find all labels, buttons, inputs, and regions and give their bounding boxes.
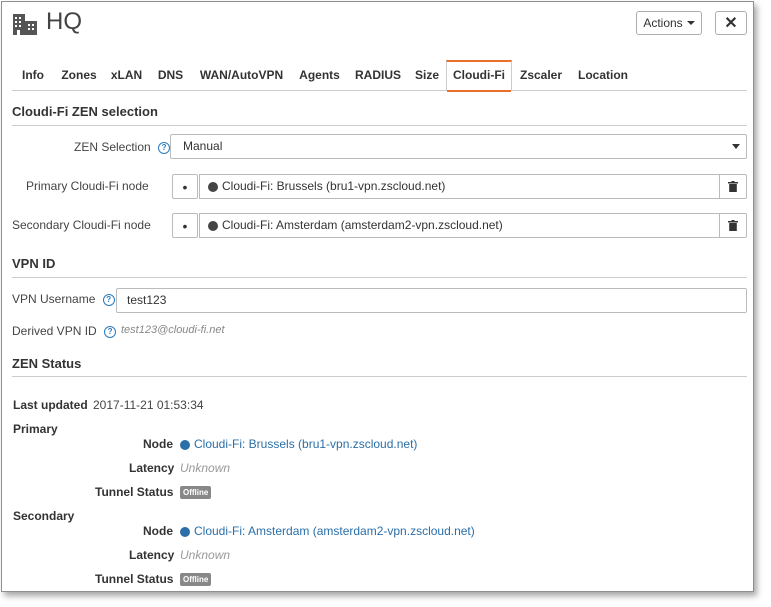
- zen-selection-dropdown[interactable]: Manual: [170, 134, 747, 159]
- tab-dns[interactable]: DNS: [149, 60, 192, 90]
- tab-info[interactable]: Info: [12, 60, 54, 90]
- secondary-status-title: Secondary: [13, 509, 75, 523]
- tab-bar: Info Zones xLAN DNS WAN/AutoVPN Agents R…: [12, 60, 747, 92]
- trash-icon: [728, 181, 738, 192]
- tab-size[interactable]: Size: [408, 60, 446, 90]
- trash-icon: [728, 220, 738, 231]
- secondary-node-picker-button[interactable]: •: [172, 213, 198, 238]
- help-icon[interactable]: ?: [158, 141, 171, 154]
- secondary-node-label: Secondary Cloudi-Fi node: [12, 218, 151, 232]
- page-title: HQ: [46, 8, 82, 35]
- actions-button-label: Actions: [643, 16, 683, 30]
- tab-agents[interactable]: Agents: [291, 60, 348, 90]
- primary-latency-value: Unknown: [180, 461, 231, 475]
- secondary-node-field[interactable]: Cloudi-Fi: Amsterdam (amsterdam2-vpn.zsc…: [199, 213, 720, 238]
- section-divider: [12, 125, 747, 126]
- dialog-window: HQ Actions ✕ Info Zones xLAN DNS WAN/Aut…: [1, 1, 754, 592]
- help-icon[interactable]: ?: [104, 325, 117, 338]
- zen-selection-label: ZEN Selection ?: [74, 140, 171, 154]
- globe-icon: [208, 220, 218, 231]
- secondary-tunnel-status-label: Tunnel Status: [95, 572, 174, 586]
- close-button[interactable]: ✕: [715, 11, 747, 35]
- tab-zones[interactable]: Zones: [54, 60, 104, 90]
- secondary-latency-label: Latency: [129, 548, 175, 562]
- section-divider: [12, 376, 747, 377]
- secondary-latency-value: Unknown: [180, 548, 231, 562]
- primary-latency-label: Latency: [129, 461, 175, 475]
- section-title-zen-selection: Cloudi-Fi ZEN selection: [12, 104, 158, 119]
- chevron-down-icon: [732, 144, 740, 149]
- actions-button[interactable]: Actions: [636, 11, 702, 35]
- close-icon: ✕: [724, 15, 738, 32]
- last-updated-value: 2017-11-21 01:53:34: [93, 398, 204, 412]
- section-title-zen-status: ZEN Status: [12, 356, 82, 371]
- tab-cloudi-fi[interactable]: Cloudi-Fi: [446, 60, 512, 92]
- primary-node-value: Cloudi-Fi: Brussels (bru1-vpn.zscloud.ne…: [222, 179, 446, 193]
- primary-node-status-link[interactable]: Cloudi-Fi: Brussels (bru1-vpn.zscloud.ne…: [180, 437, 417, 451]
- vpn-username-input[interactable]: test123: [116, 288, 747, 313]
- globe-icon: [180, 439, 190, 450]
- status-badge: Offline: [180, 486, 212, 499]
- primary-node-status-value: Cloudi-Fi: Brussels (bru1-vpn.zscloud.ne…: [194, 437, 418, 451]
- primary-node-picker-button[interactable]: •: [172, 174, 198, 199]
- tab-radius[interactable]: RADIUS: [348, 60, 408, 90]
- secondary-node-value: Cloudi-Fi: Amsterdam (amsterdam2-vpn.zsc…: [222, 218, 503, 232]
- tab-location[interactable]: Location: [570, 60, 636, 90]
- help-icon[interactable]: ?: [102, 293, 115, 306]
- primary-node-field[interactable]: Cloudi-Fi: Brussels (bru1-vpn.zscloud.ne…: [199, 174, 720, 199]
- building-icon: [13, 14, 37, 35]
- caret-down-icon: [686, 21, 695, 25]
- primary-node-label: Primary Cloudi-Fi node: [26, 179, 149, 193]
- secondary-node-status-link[interactable]: Cloudi-Fi: Amsterdam (amsterdam2-vpn.zsc…: [180, 524, 475, 538]
- primary-node-status-label: Node: [143, 437, 173, 451]
- primary-tunnel-status-label: Tunnel Status: [95, 485, 174, 499]
- derived-vpn-id-label: Derived VPN ID ?: [12, 324, 117, 338]
- zen-selection-label-text: ZEN Selection: [74, 140, 151, 154]
- last-updated-label: Last updated: [13, 398, 88, 412]
- derived-vpn-id-label-text: Derived VPN ID: [12, 324, 97, 338]
- dot-icon: •: [182, 217, 188, 234]
- primary-status-title: Primary: [13, 422, 58, 436]
- status-badge: Offline: [180, 573, 212, 586]
- section-divider: [12, 277, 747, 278]
- secondary-node-status-label: Node: [143, 524, 173, 538]
- zen-selection-value: Manual: [183, 139, 223, 153]
- secondary-node-delete-button[interactable]: [719, 213, 747, 238]
- globe-icon: [208, 181, 218, 192]
- tab-xlan[interactable]: xLAN: [104, 60, 149, 90]
- secondary-node-status-value: Cloudi-Fi: Amsterdam (amsterdam2-vpn.zsc…: [194, 524, 475, 538]
- primary-node-delete-button[interactable]: [719, 174, 747, 199]
- dot-icon: •: [182, 178, 188, 195]
- derived-vpn-id-value: test123@cloudi-fi.net: [121, 324, 225, 336]
- vpn-username-label: VPN Username ?: [12, 292, 115, 306]
- vpn-username-label-text: VPN Username: [12, 292, 96, 306]
- section-title-vpn-id: VPN ID: [12, 256, 56, 271]
- tab-wan-autovpn[interactable]: WAN/AutoVPN: [192, 60, 291, 90]
- tab-zscaler[interactable]: Zscaler: [512, 60, 570, 90]
- globe-icon: [180, 526, 190, 537]
